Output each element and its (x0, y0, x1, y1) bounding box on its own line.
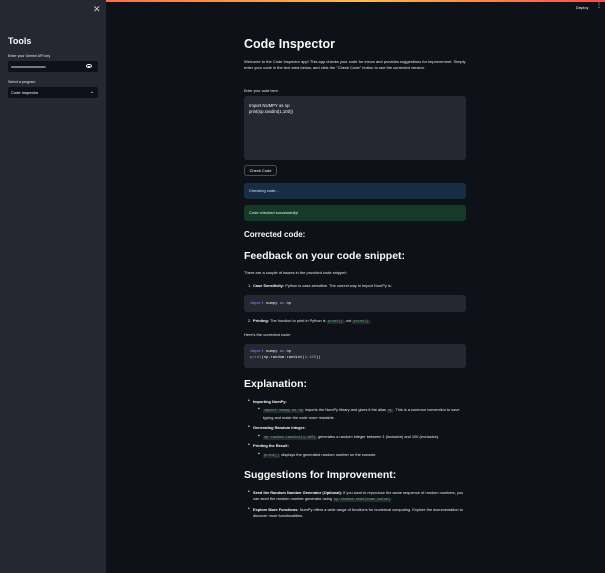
code-text: numpy (263, 301, 280, 306)
code-input-line: Import NUMPY as np (249, 103, 290, 108)
code-input-line: print(np.randint(1,100)) (249, 109, 293, 114)
close-icon[interactable]: ✕ (93, 4, 101, 14)
list-item-title: Printing the Result: (253, 443, 289, 448)
inline-code: np.random.seed(some_value) (333, 497, 392, 502)
intro-text: Welcome to the Code Inspector app! This … (244, 59, 466, 70)
code-line: print(np.random.randint(1,100)) (250, 356, 321, 360)
code-text: np (284, 350, 292, 354)
code-keyword: import (250, 301, 264, 306)
bullet: • (248, 506, 250, 512)
list-item: ▪ import numpy as np imports the NumPy li… (258, 407, 466, 420)
list-item-title: Explore More Functions: (253, 507, 299, 512)
code-keyword: import (250, 350, 264, 354)
code-line: import numpy as np (250, 350, 291, 354)
code-input-label: Enter your code here: (244, 89, 279, 93)
api-key-field[interactable]: •••••••••••••••••••••••••••••••••••••• (8, 61, 98, 72)
corrected-code-heading: Corrected code: (244, 230, 306, 239)
list-item-text: The function to print in Python is (269, 318, 327, 323)
deploy-button[interactable]: Deploy (576, 5, 588, 10)
code-text: numpy (263, 350, 280, 354)
eye-icon[interactable] (86, 64, 92, 68)
list-item: 1. Case Sensitivity: Python is case-sens… (248, 283, 466, 289)
vertical-ellipsis-icon[interactable]: ⋮ (596, 3, 602, 9)
explanation-heading: Explanation: (244, 378, 308, 390)
bullet: • (248, 489, 250, 495)
api-key-label: Enter your Gemini API key (8, 54, 51, 58)
code-text: (np.random.randint( (261, 356, 305, 360)
program-select-value: Code Inspector (11, 90, 39, 95)
inline-code: import numpy as np (263, 409, 304, 413)
info-alert: Checking code... (244, 183, 466, 199)
sidebar-title: Tools (8, 36, 32, 46)
list-item-title: Generating Random Integer: (253, 425, 306, 430)
list-item-text: Python is case-sensitive. The correct wa… (284, 283, 392, 288)
list-item-text: imports the NumPy library and gives it t… (303, 407, 388, 412)
list-item: 2. Printing: The function to print in Py… (248, 318, 466, 326)
inline-code: np.random.randint(1,100) (263, 436, 317, 440)
list-item-title: Printing: (253, 318, 269, 323)
program-select-label: Select a program (8, 80, 36, 84)
bullet: • (248, 398, 250, 404)
success-alert: Code checked successfully! (244, 205, 466, 221)
list-item-text: . (369, 318, 371, 323)
code-number: 1,100 (304, 356, 317, 360)
code-function: print (250, 356, 262, 360)
feedback-intro: There are a couple of issues in the prov… (244, 270, 347, 275)
inline-code: print() (352, 320, 370, 324)
code-line: import numpy as np (250, 302, 291, 306)
code-block: import numpy as np print(np.random.randi… (244, 344, 466, 368)
bullet: ▪ (258, 433, 260, 439)
list-item: • Explore More Functions: NumPy offers a … (248, 507, 466, 518)
code-block: import numpy as np (244, 295, 466, 312)
inline-code: print() (326, 320, 344, 324)
chevron-down-icon: ⌄ (89, 88, 94, 95)
program-select[interactable]: Code Inspector ⌄ (8, 87, 98, 98)
inline-code: print() (263, 454, 281, 458)
bullet: • (248, 424, 250, 430)
list-number: 1. (248, 283, 252, 288)
list-item: ▪ np.random.randint(1,100) generates a ra… (258, 434, 466, 442)
page-title: Code Inspector (244, 37, 335, 51)
list-item-title: Seed the Random Number Generator (Option… (253, 490, 343, 495)
code-text: np (284, 301, 292, 306)
code-text: )) (316, 356, 321, 360)
list-item-text: . (391, 495, 393, 501)
check-code-button[interactable]: Check Code (244, 165, 277, 176)
api-key-value: •••••••••••••••••••••••••••••••••••••• (11, 63, 46, 69)
list-item-text: generates a random integer between 1 (in… (316, 434, 440, 439)
list-item-text: displays the generated random number on … (280, 452, 377, 457)
list-item: • Seed the Random Number Generator (Optio… (248, 490, 466, 503)
list-item: ▪ print() displays the generated random n… (258, 452, 466, 460)
sidebar: ✕ Tools Enter your Gemini API key ••••••… (0, 0, 106, 573)
bullet: ▪ (258, 406, 260, 412)
corrected-code-intro: Here's the corrected code: (244, 332, 291, 337)
list-item: • Importing NumPy: (248, 399, 466, 405)
code-input[interactable]: Import NUMPY as np print(np.randint(1,10… (244, 96, 466, 160)
bullet: ▪ (258, 451, 260, 457)
suggestions-heading: Suggestions for Improvement: (244, 469, 397, 481)
list-number: 2. (248, 318, 252, 323)
list-item-title: Case Sensitivity: (253, 283, 285, 288)
feedback-heading: Feedback on your code snippet: (244, 250, 406, 262)
list-item: • Printing the Result: (248, 443, 466, 449)
list-item-title: Importing NumPy: (253, 399, 287, 404)
list-item: • Generating Random Integer: (248, 425, 466, 431)
bullet: • (248, 442, 250, 448)
